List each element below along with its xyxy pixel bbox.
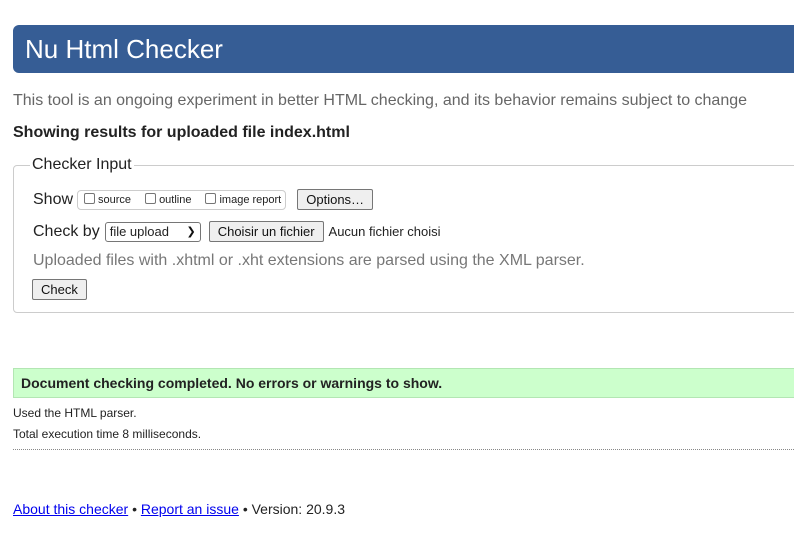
show-options-group: source outline image report bbox=[77, 189, 287, 210]
checker-input-legend: Checker Input bbox=[30, 156, 134, 174]
check-by-select[interactable]: file upload ❯ bbox=[104, 221, 201, 242]
success-message: Document checking completed. No errors o… bbox=[13, 368, 794, 398]
choose-file-button[interactable]: Choisir un fichier bbox=[208, 221, 324, 242]
show-outline-option[interactable]: outline bbox=[145, 192, 192, 206]
outline-label: outline bbox=[159, 193, 192, 206]
chevron-down-icon: ❯ bbox=[186, 226, 196, 238]
page-header: Nu Html Checker bbox=[13, 25, 794, 73]
image-report-checkbox[interactable] bbox=[205, 192, 217, 204]
footer-separator: • bbox=[132, 501, 137, 517]
parser-note: Used the HTML parser. bbox=[13, 406, 137, 420]
page-title: Nu Html Checker bbox=[25, 34, 223, 64]
show-row: Show source outline image report Options… bbox=[33, 189, 374, 210]
footer-separator: • bbox=[242, 501, 248, 517]
check-button[interactable]: Check bbox=[32, 279, 87, 300]
show-source-option[interactable]: source bbox=[84, 192, 132, 206]
report-issue-link[interactable]: Report an issue bbox=[141, 501, 239, 517]
check-by-selected-value: file upload bbox=[109, 224, 169, 239]
check-by-row: Check by file upload ❯ Choisir un fichie… bbox=[33, 221, 441, 242]
source-checkbox[interactable] bbox=[84, 192, 96, 204]
check-by-label: Check by bbox=[33, 222, 100, 240]
show-image-report-option[interactable]: image report bbox=[205, 192, 282, 206]
footer: About this checker • Report an issue • V… bbox=[13, 501, 345, 517]
outline-checkbox[interactable] bbox=[145, 192, 157, 204]
results-divider bbox=[13, 449, 794, 450]
no-file-chosen-text: Aucun fichier choisi bbox=[328, 224, 441, 239]
xml-parser-hint: Uploaded files with .xhtml or .xht exten… bbox=[33, 252, 585, 269]
options-button[interactable]: Options… bbox=[297, 189, 374, 210]
about-checker-link[interactable]: About this checker bbox=[13, 501, 128, 517]
image-report-label: image report bbox=[219, 193, 282, 206]
results-heading: Showing results for uploaded file index.… bbox=[13, 124, 350, 141]
show-label: Show bbox=[33, 190, 74, 208]
source-label: source bbox=[98, 193, 132, 206]
tagline: This tool is an ongoing experiment in be… bbox=[13, 92, 748, 109]
version-text: Version: 20.9.3 bbox=[251, 501, 346, 517]
execution-time-note: Total execution time 8 milliseconds. bbox=[13, 427, 202, 441]
